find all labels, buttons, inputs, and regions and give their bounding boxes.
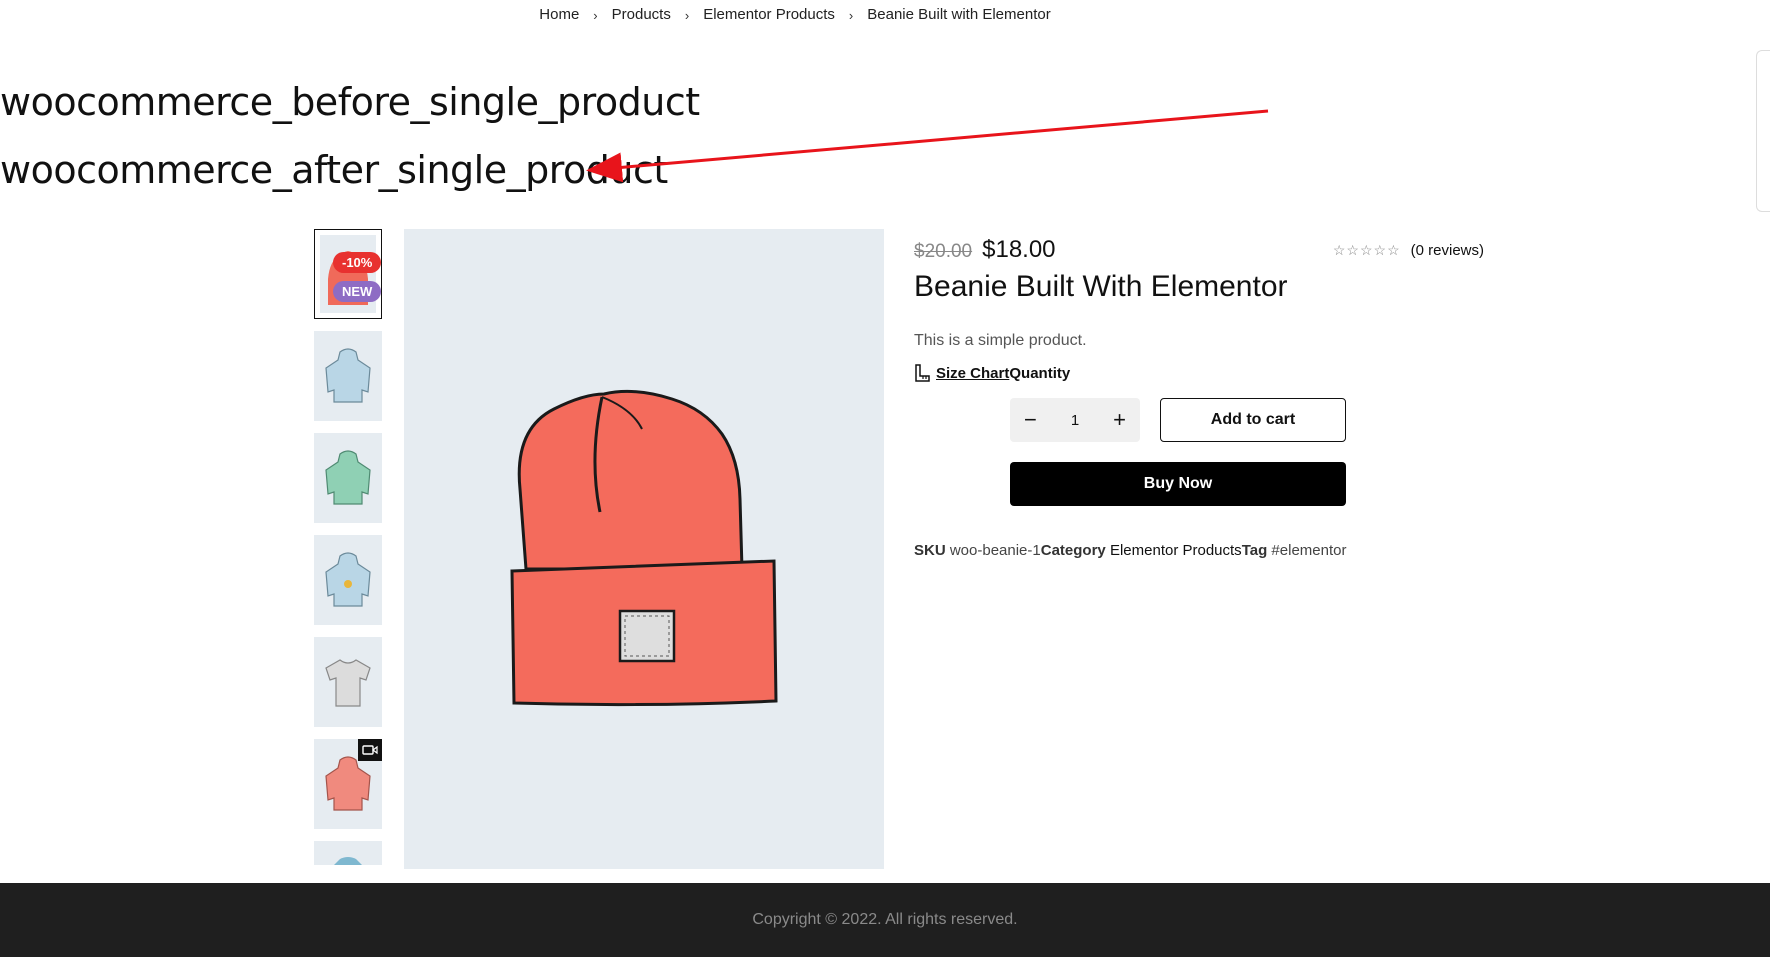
ruler-icon <box>915 364 930 382</box>
product-rating[interactable]: ☆☆☆☆☆ (0 reviews) <box>1333 242 1484 259</box>
minus-icon[interactable]: − <box>1024 409 1037 431</box>
sale-badge: -10% <box>333 252 381 273</box>
video-camera-icon <box>358 739 382 761</box>
breadcrumb-products[interactable]: Products <box>598 6 685 26</box>
tshirt-icon <box>325 659 371 707</box>
hoodie-icon <box>334 857 362 865</box>
hoodie-icon <box>325 450 371 505</box>
sku-value: woo-beanie-1 <box>949 542 1041 559</box>
sale-price: $18.00 <box>982 236 1056 263</box>
quantity-input[interactable]: 1 <box>1071 412 1079 429</box>
hoodie-icon <box>325 756 371 811</box>
size-chart-link[interactable]: Size Chart <box>936 365 1009 382</box>
regular-price: $20.00 <box>914 241 973 262</box>
cart-row: − 1 + Add to cart <box>1010 398 1484 442</box>
thumbnail-hoodie-blue[interactable] <box>314 331 382 421</box>
thumbnail-more[interactable] <box>314 841 382 865</box>
reviews-link[interactable]: (0 reviews) <box>1411 242 1484 259</box>
hook-before-label: woocommerce_before_single_product <box>0 80 700 124</box>
product-meta: SKU woo-beanie-1Category Elementor Produ… <box>914 542 1484 559</box>
sku-label: SKU <box>914 542 946 559</box>
add-to-cart-button[interactable]: Add to cart <box>1160 398 1346 442</box>
breadcrumb-home[interactable]: Home <box>525 6 593 26</box>
thumbnail-tshirt[interactable] <box>314 637 382 727</box>
beanie-image-icon <box>510 389 778 707</box>
hook-after-label: woocommerce_after_single_product <box>0 148 668 192</box>
thumbnail-hoodie-logo[interactable] <box>314 535 382 625</box>
site-footer: Copyright © 2022. All rights reserved. <box>0 883 1770 957</box>
breadcrumb-current: Beanie Built with Elementor <box>867 6 1051 23</box>
new-badge: NEW <box>333 281 381 302</box>
thumbnail-hoodie-red-video[interactable] <box>314 739 382 829</box>
size-chart-row: Size Chart Quantity <box>914 364 1484 382</box>
plus-icon[interactable]: + <box>1113 409 1126 431</box>
category-label: Category <box>1040 542 1106 559</box>
tag-link[interactable]: #elementor <box>1271 542 1346 559</box>
star-rating-icon: ☆☆☆☆☆ <box>1332 242 1401 258</box>
tag-label: Tag <box>1241 542 1268 559</box>
thumbnail-beanie[interactable]: -10% NEW <box>314 229 382 319</box>
hoodie-icon <box>325 552 371 607</box>
buy-now-button[interactable]: Buy Now <box>1010 462 1346 506</box>
hoodie-icon <box>325 348 371 403</box>
product-title: Beanie Built With Elementor <box>914 270 1288 303</box>
product-summary: $20.00 $18.00 ☆☆☆☆☆ (0 reviews) Beanie B… <box>914 236 1484 559</box>
breadcrumb-elementor-products[interactable]: Elementor Products <box>689 6 849 26</box>
main-product-image[interactable] <box>404 229 884 869</box>
quantity-stepper: − 1 + <box>1010 398 1140 442</box>
category-link[interactable]: Elementor Products <box>1110 542 1242 559</box>
quantity-label: Quantity <box>1009 364 1071 382</box>
product-description: This is a simple product. <box>914 332 1087 349</box>
side-panel-tab[interactable] <box>1756 50 1770 212</box>
thumbnail-gallery: -10% NEW <box>314 229 384 865</box>
copyright-text: Copyright © 2022. All rights reserved. <box>752 911 1018 928</box>
thumbnail-hoodie-green[interactable] <box>314 433 382 523</box>
breadcrumb: Home › Products › Elementor Products › B… <box>0 6 1590 26</box>
